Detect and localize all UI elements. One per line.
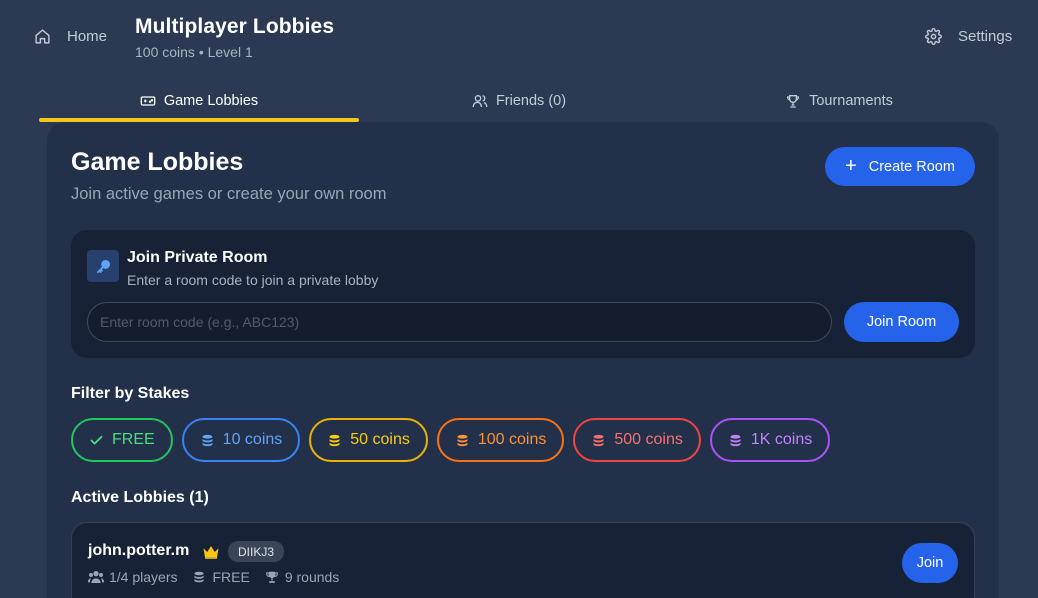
tab-bar: Game Lobbies Friends (0) Tournaments	[39, 80, 999, 122]
tab-tournaments[interactable]: Tournaments	[679, 80, 999, 122]
stake-chip-label: FREE	[112, 431, 155, 448]
stake-chip-1k[interactable]: 1K coins	[709, 418, 831, 462]
join-room-label: Join Room	[866, 314, 937, 330]
lobby-players: 1/4 players	[88, 569, 177, 585]
page-subtitle: 100 coins • Level 1	[135, 44, 253, 60]
stake-chip-500[interactable]: 500 coins	[573, 418, 701, 462]
lobby-host-name: john.potter.m	[88, 542, 190, 559]
lobbies-panel: Game Lobbies Join active games or create…	[47, 122, 999, 598]
lobby-code-badge: DIIKJ3	[228, 541, 285, 562]
key-icon	[87, 250, 119, 282]
stake-chip-50[interactable]: 50 coins	[309, 418, 428, 462]
settings-label: Settings	[958, 28, 1013, 45]
gamepad-icon	[140, 96, 156, 106]
tab-game-lobbies[interactable]: Game Lobbies	[39, 80, 359, 122]
home-label: Home	[67, 28, 108, 45]
section-subtitle: Join active games or create your own roo…	[71, 185, 387, 203]
lobby-card: john.potter.m DIIKJ3 1/4 players FREE 9 …	[71, 522, 975, 598]
stake-filter: FREE 10 coins 50 coins 100 coins 500 coi…	[71, 418, 831, 462]
coins-icon	[593, 434, 604, 446]
top-bar: Home Multiplayer Lobbies 100 coins • Lev…	[0, 0, 1038, 80]
lobby-code: DIIKJ3	[238, 544, 275, 559]
users-icon	[472, 95, 488, 107]
active-lobbies-label: Active Lobbies (1)	[71, 489, 209, 506]
section-title: Game Lobbies	[71, 148, 244, 176]
trophy-icon	[787, 95, 800, 108]
coins-icon	[457, 434, 468, 446]
tab-label: Tournaments	[809, 93, 893, 109]
lobby-players-text: 1/4 players	[109, 569, 178, 585]
crown-icon	[203, 546, 219, 559]
stake-chip-label: 10 coins	[222, 431, 283, 448]
users-icon	[88, 571, 104, 583]
stake-chip-free[interactable]: FREE	[71, 418, 173, 462]
private-room-subtitle: Enter a room code to join a private lobb…	[127, 272, 379, 288]
room-code-input[interactable]	[87, 302, 832, 342]
lobby-stake-text: FREE	[212, 569, 250, 585]
tab-label: Game Lobbies	[163, 93, 259, 109]
coins-icon	[202, 434, 213, 446]
private-room-title: Join Private Room	[127, 249, 268, 266]
lobby-meta: 1/4 players FREE 9 rounds	[88, 569, 339, 585]
tab-friends[interactable]: Friends (0)	[359, 80, 679, 122]
page-header: Multiplayer Lobbies 100 coins • Level 1	[135, 15, 334, 60]
stake-chip-label: 50 coins	[350, 431, 410, 448]
lobby-rounds: 9 rounds	[264, 569, 339, 585]
home-icon	[35, 29, 50, 44]
stake-chip-10[interactable]: 10 coins	[181, 418, 301, 462]
lobby-stake: FREE	[191, 569, 250, 585]
join-room-button[interactable]: Join Room	[844, 302, 959, 342]
plus-icon: +	[845, 154, 857, 177]
join-lobby-label: Join	[916, 555, 944, 571]
stake-chip-label: 1K coins	[750, 431, 813, 448]
private-room-card: Join Private Room Enter a room code to j…	[71, 230, 975, 358]
filter-label: Filter by Stakes	[71, 385, 190, 402]
page-title: Multiplayer Lobbies	[135, 15, 335, 38]
stake-chip-100[interactable]: 100 coins	[436, 418, 565, 462]
create-room-button[interactable]: + Create Room	[825, 147, 975, 186]
coins-icon	[730, 434, 741, 446]
gear-icon	[925, 28, 942, 45]
settings-button[interactable]: Settings	[925, 28, 1012, 45]
stake-chip-label: 100 coins	[477, 431, 547, 448]
check-icon	[90, 435, 103, 445]
home-button[interactable]: Home	[34, 28, 107, 45]
tab-label: Friends (0)	[495, 93, 567, 109]
trophy-icon	[265, 571, 278, 583]
coins-icon	[329, 434, 340, 446]
lobby-rounds-text: 9 rounds	[284, 569, 340, 585]
coins-icon	[194, 571, 205, 583]
create-room-label: Create Room	[868, 158, 955, 175]
stake-chip-label: 500 coins	[614, 431, 683, 448]
join-lobby-button[interactable]: Join	[902, 543, 958, 583]
